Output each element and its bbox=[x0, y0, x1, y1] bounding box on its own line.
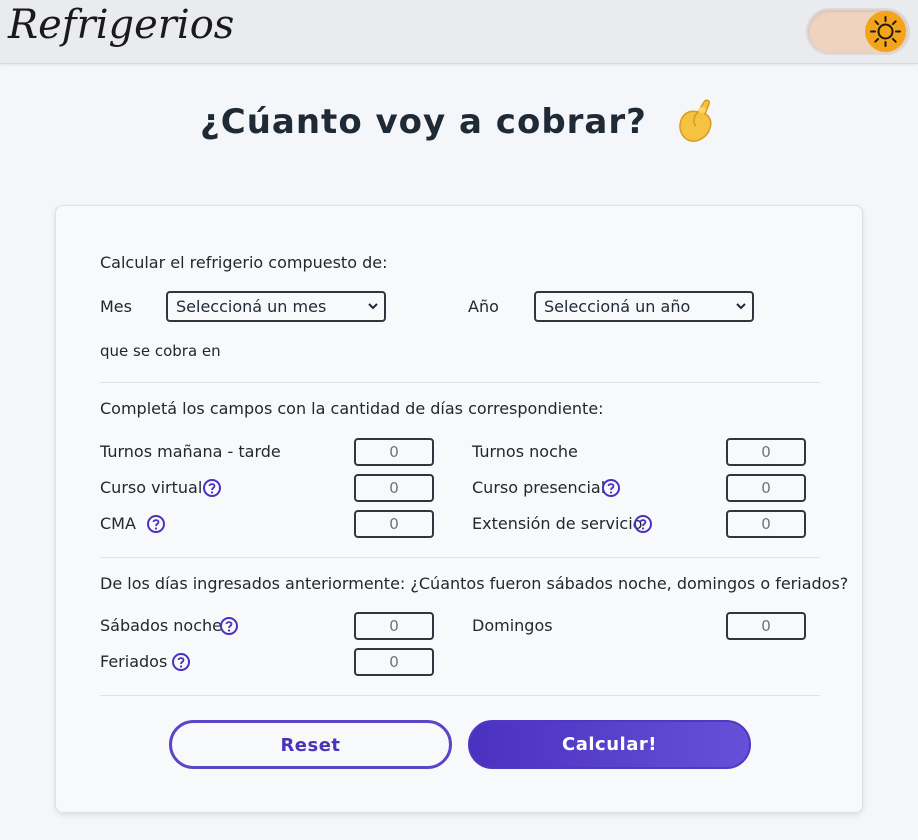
year-select-value: Seleccioná un año bbox=[544, 297, 691, 316]
help-icon[interactable] bbox=[171, 652, 191, 672]
help-icon[interactable] bbox=[146, 514, 166, 534]
morning-afternoon-label: Turnos mañana - tarde bbox=[100, 442, 281, 461]
help-icon[interactable] bbox=[219, 616, 239, 636]
sundays-label: Domingos bbox=[472, 616, 553, 635]
days-section-title: Completá los campos con la cantidad de d… bbox=[100, 399, 604, 418]
calculator-card: Calcular el refrigerio compuesto de: Mes… bbox=[55, 205, 863, 813]
in-person-course-label: Curso presencial bbox=[472, 478, 606, 497]
help-icon[interactable] bbox=[601, 478, 621, 498]
reset-button[interactable]: Reset bbox=[169, 720, 452, 769]
service-extension-label: Extensión de servicio bbox=[472, 514, 643, 533]
help-icon[interactable] bbox=[633, 514, 653, 534]
calculate-button[interactable]: Calcular! bbox=[468, 720, 751, 769]
intro-label: Calcular el refrigerio compuesto de: bbox=[100, 253, 388, 272]
month-select-value: Seleccioná un mes bbox=[176, 297, 327, 316]
divider bbox=[100, 557, 820, 558]
year-label: Año bbox=[468, 297, 499, 316]
divider bbox=[100, 382, 820, 383]
chevron-down-icon bbox=[368, 303, 378, 310]
morning-afternoon-input[interactable]: 0 bbox=[354, 438, 434, 466]
month-label: Mes bbox=[100, 297, 132, 316]
night-shifts-label: Turnos noche bbox=[472, 442, 578, 461]
help-icon[interactable] bbox=[202, 478, 222, 498]
page-heading: ¿Cúanto voy a cobrar? bbox=[0, 96, 918, 148]
sundays-input[interactable]: 0 bbox=[726, 612, 806, 640]
holidays-label: Feriados bbox=[100, 652, 168, 671]
app-logo[interactable]: Refrigerios bbox=[8, 2, 234, 48]
special-days-section-title: De los días ingresados anteriormente: ¿C… bbox=[100, 574, 849, 593]
in-person-course-input[interactable]: 0 bbox=[726, 474, 806, 502]
pinched-fingers-icon bbox=[674, 96, 718, 148]
holidays-input[interactable]: 0 bbox=[354, 648, 434, 676]
cma-label: CMA bbox=[100, 514, 136, 533]
chevron-down-icon bbox=[736, 303, 746, 310]
sun-icon bbox=[870, 16, 901, 47]
page-title: ¿Cúanto voy a cobrar? bbox=[200, 102, 647, 142]
virtual-course-input[interactable]: 0 bbox=[354, 474, 434, 502]
month-select[interactable]: Seleccioná un mes bbox=[166, 291, 386, 322]
service-extension-input[interactable]: 0 bbox=[726, 510, 806, 538]
divider bbox=[100, 695, 820, 696]
year-select[interactable]: Seleccioná un año bbox=[534, 291, 754, 322]
theme-toggle[interactable] bbox=[806, 8, 910, 55]
charged-in-label: que se cobra en bbox=[100, 342, 221, 360]
virtual-course-label: Curso virtual bbox=[100, 478, 203, 497]
cma-input[interactable]: 0 bbox=[354, 510, 434, 538]
theme-toggle-knob bbox=[865, 11, 906, 52]
saturday-night-input[interactable]: 0 bbox=[354, 612, 434, 640]
saturday-night-label: Sábados noche bbox=[100, 616, 222, 635]
night-shifts-input[interactable]: 0 bbox=[726, 438, 806, 466]
top-navbar: Refrigerios bbox=[0, 0, 918, 64]
